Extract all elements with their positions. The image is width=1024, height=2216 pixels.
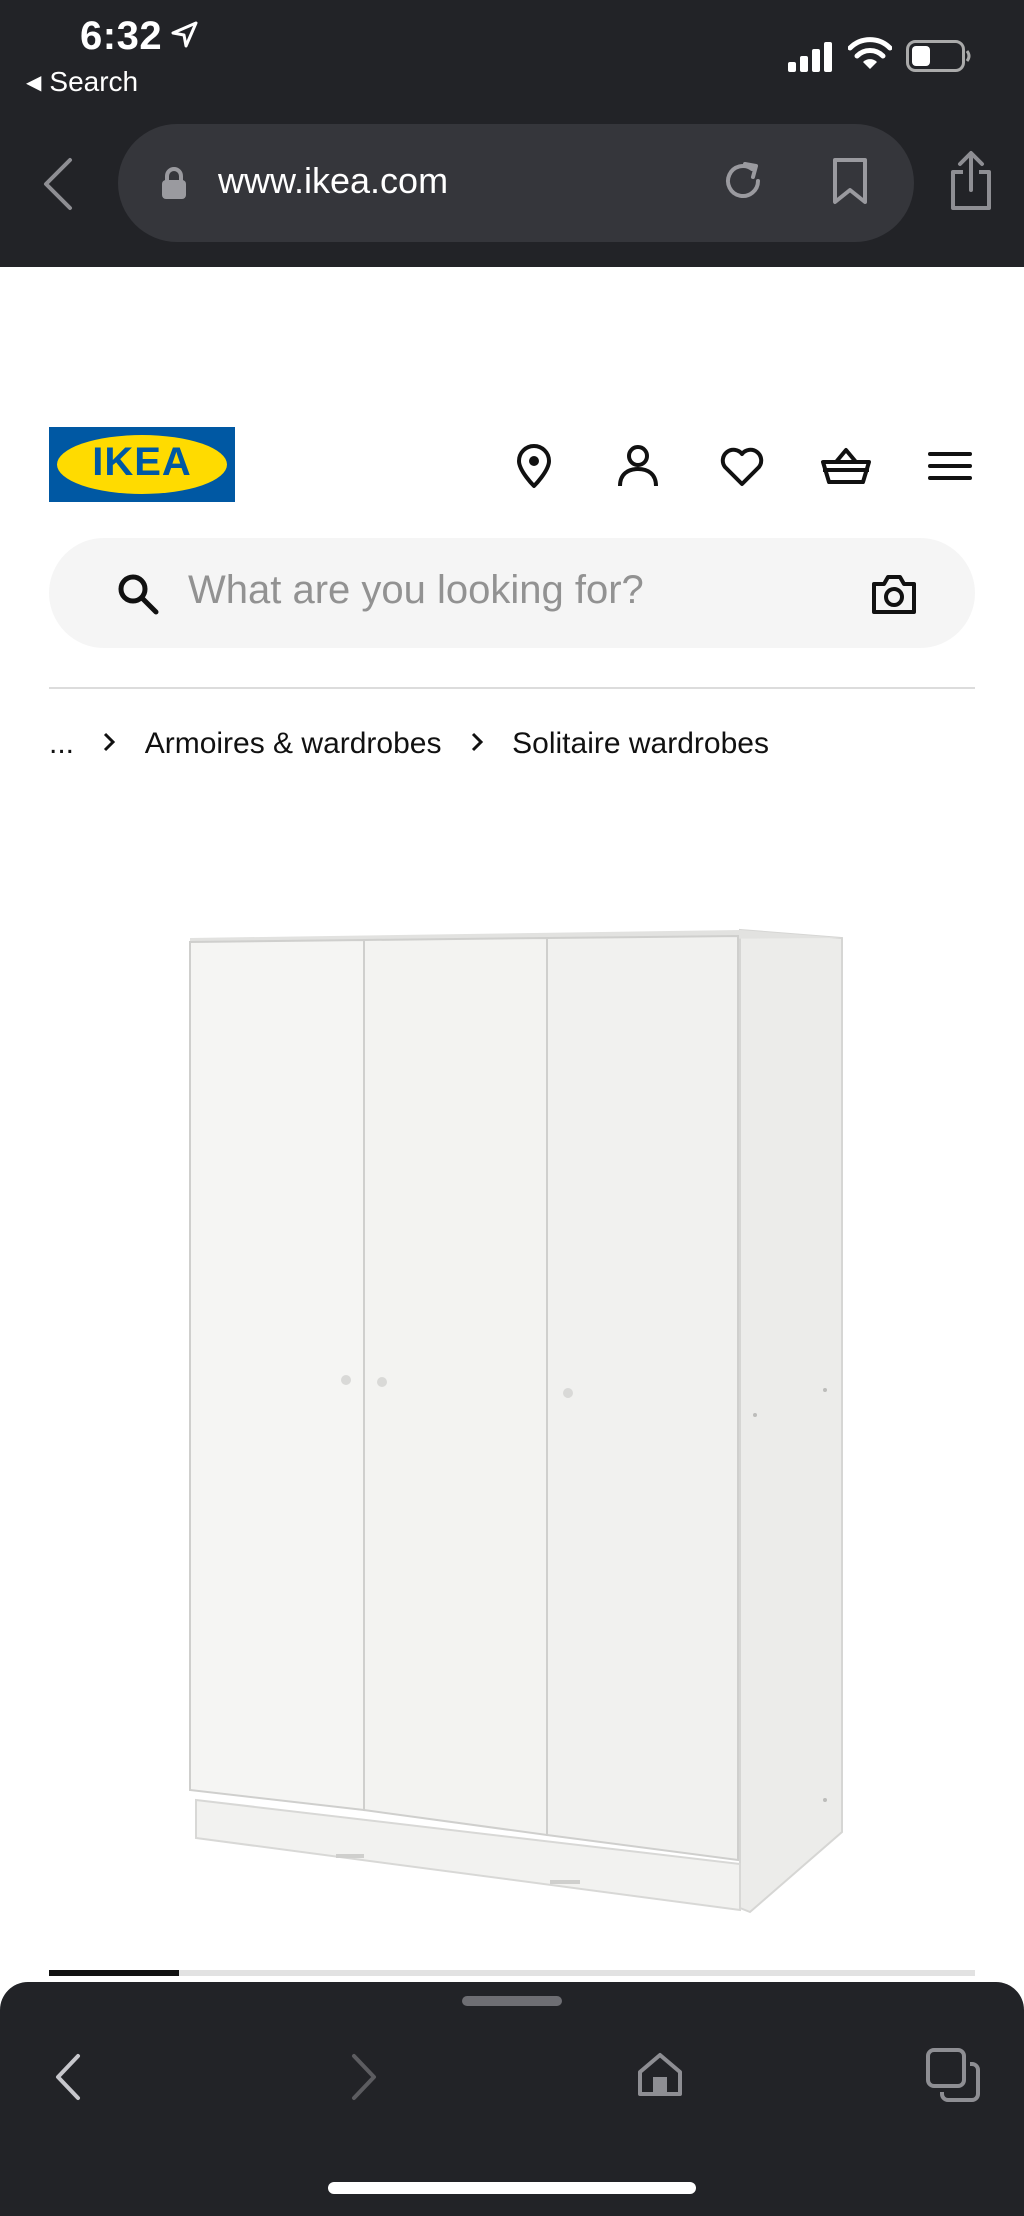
- toolbar-grabber[interactable]: [462, 1996, 562, 2006]
- browser-bottom-toolbar: [0, 1982, 1024, 2216]
- forward-arrow-icon[interactable]: [348, 2052, 380, 2102]
- share-icon[interactable]: [946, 150, 996, 212]
- product-image-wardrobe[interactable]: [170, 920, 860, 1920]
- status-time: 6:32: [80, 14, 163, 58]
- home-indicator: [328, 2182, 696, 2194]
- hamburger-menu-icon[interactable]: [924, 440, 976, 492]
- chevron-right-icon: [470, 727, 484, 761]
- carousel-position-indicator[interactable]: [49, 1970, 179, 1976]
- back-to-app-link[interactable]: ◀ Search: [26, 66, 138, 98]
- header-divider: [49, 687, 975, 689]
- breadcrumb-armoires[interactable]: Armoires & wardrobes: [145, 727, 442, 761]
- tabs-icon[interactable]: [926, 2048, 980, 2102]
- wifi-icon: [848, 37, 892, 69]
- home-icon[interactable]: [636, 2050, 684, 2098]
- carousel-track: [49, 1970, 975, 1976]
- battery-icon: [906, 40, 971, 72]
- back-arrow-icon[interactable]: [52, 2052, 84, 2102]
- location-pin-icon[interactable]: [508, 440, 560, 492]
- url-text[interactable]: www.ikea.com: [218, 160, 448, 202]
- back-triangle-icon: ◀: [26, 72, 42, 94]
- breadcrumb: ... Armoires & wardrobes Solitaire wardr…: [49, 726, 769, 761]
- camera-search-icon[interactable]: [870, 572, 918, 616]
- chevron-right-icon: [102, 727, 116, 761]
- browser-back-icon[interactable]: [40, 156, 76, 212]
- search-icon[interactable]: [116, 572, 160, 616]
- search-input[interactable]: What are you looking for?: [188, 568, 644, 613]
- location-services-icon: [171, 21, 198, 48]
- back-app-label: Search: [49, 66, 139, 97]
- account-icon[interactable]: [612, 440, 664, 492]
- bookmark-icon[interactable]: [830, 156, 870, 206]
- reload-icon[interactable]: [718, 156, 768, 206]
- basket-icon[interactable]: [820, 440, 872, 492]
- breadcrumb-solitaire-wardrobes[interactable]: Solitaire wardrobes: [512, 727, 769, 761]
- ikea-logo[interactable]: IKEA: [49, 427, 235, 502]
- heart-icon[interactable]: [716, 440, 768, 492]
- breadcrumb-ellipsis[interactable]: ...: [49, 727, 74, 761]
- lock-icon: [162, 167, 186, 199]
- cellular-signal-icon: [788, 42, 832, 72]
